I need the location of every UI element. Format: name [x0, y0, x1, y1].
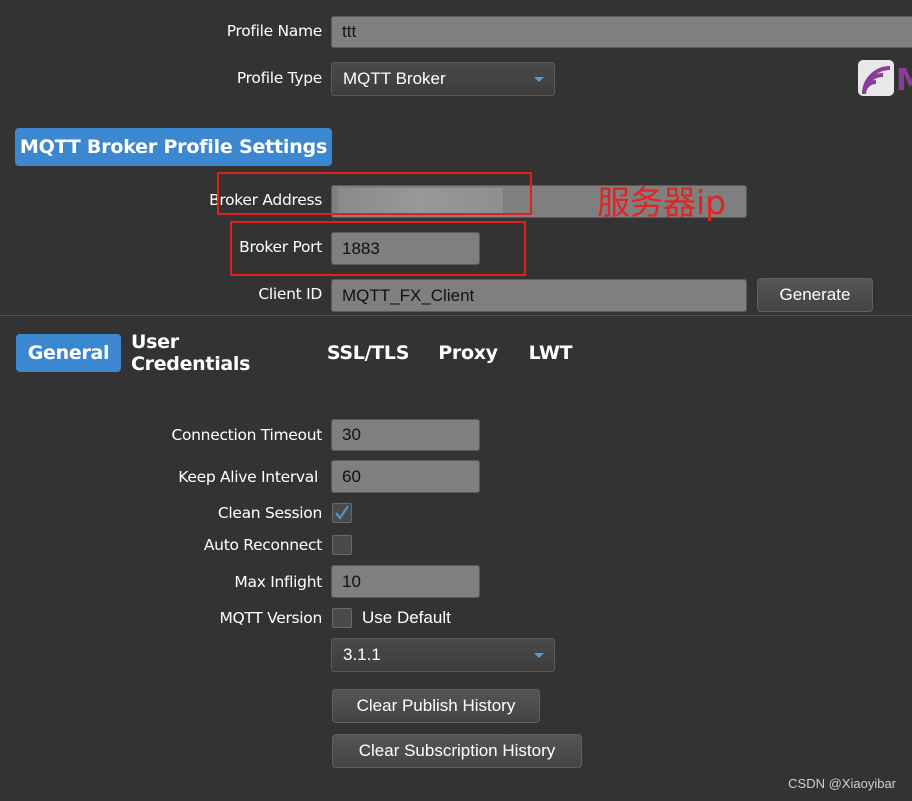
use-default-checkbox[interactable] [332, 608, 352, 628]
clear-subscription-history-button[interactable]: Clear Subscription History [332, 734, 582, 768]
tab-general[interactable]: General [16, 334, 121, 372]
keep-alive-label: Keep Alive Interval [178, 468, 318, 486]
keep-alive-input[interactable]: 60 [331, 460, 480, 493]
tab-user-credentials[interactable]: User Credentials [131, 331, 303, 375]
mqttfx-logo: M [858, 60, 912, 98]
connection-timeout-label: Connection Timeout [171, 426, 322, 444]
max-inflight-label: Max Inflight [234, 573, 322, 591]
mqtt-version-label: MQTT Version [219, 609, 322, 627]
tab-proxy[interactable]: Proxy [432, 334, 504, 372]
section-divider [0, 315, 912, 316]
generate-button[interactable]: Generate [757, 278, 873, 312]
profile-type-value: MQTT Broker [343, 69, 446, 88]
profile-name-input[interactable]: ttt [331, 16, 912, 48]
profile-name-label: Profile Name [226, 22, 323, 40]
profile-type-label: Profile Type [236, 69, 322, 87]
mqtt-version-select[interactable]: 3.1.1 [331, 638, 555, 672]
watermark: CSDN @Xiaoyibar [788, 776, 896, 791]
client-id-label: Client ID [258, 285, 322, 303]
client-id-input[interactable]: MQTT_FX_Client [331, 279, 747, 312]
auto-reconnect-checkbox[interactable] [332, 535, 352, 555]
annotation-box-address [217, 172, 532, 215]
clean-session-checkbox[interactable] [332, 503, 352, 523]
use-default-label: Use Default [362, 608, 451, 627]
max-inflight-input[interactable]: 10 [331, 565, 480, 598]
connection-timeout-input[interactable]: 30 [331, 419, 480, 451]
broker-settings-header: MQTT Broker Profile Settings [15, 128, 332, 166]
annotation-box-port [230, 221, 526, 276]
profile-type-select[interactable]: MQTT Broker [331, 62, 555, 96]
auto-reconnect-label: Auto Reconnect [203, 536, 322, 554]
clear-publish-history-button[interactable]: Clear Publish History [332, 689, 540, 723]
mqtt-version-value: 3.1.1 [343, 645, 381, 664]
logo-letter: M [896, 63, 912, 96]
checkmark-icon [335, 505, 349, 520]
clean-session-label: Clean Session [217, 504, 322, 522]
annotation-server-ip: 服务器ip [597, 183, 727, 222]
tab-lwt[interactable]: LWT [520, 334, 581, 372]
tab-ssl-tls[interactable]: SSL/TLS [320, 334, 416, 372]
broadcast-icon: M [858, 60, 912, 98]
chevron-down-icon [534, 77, 544, 82]
chevron-down-icon [534, 653, 544, 658]
